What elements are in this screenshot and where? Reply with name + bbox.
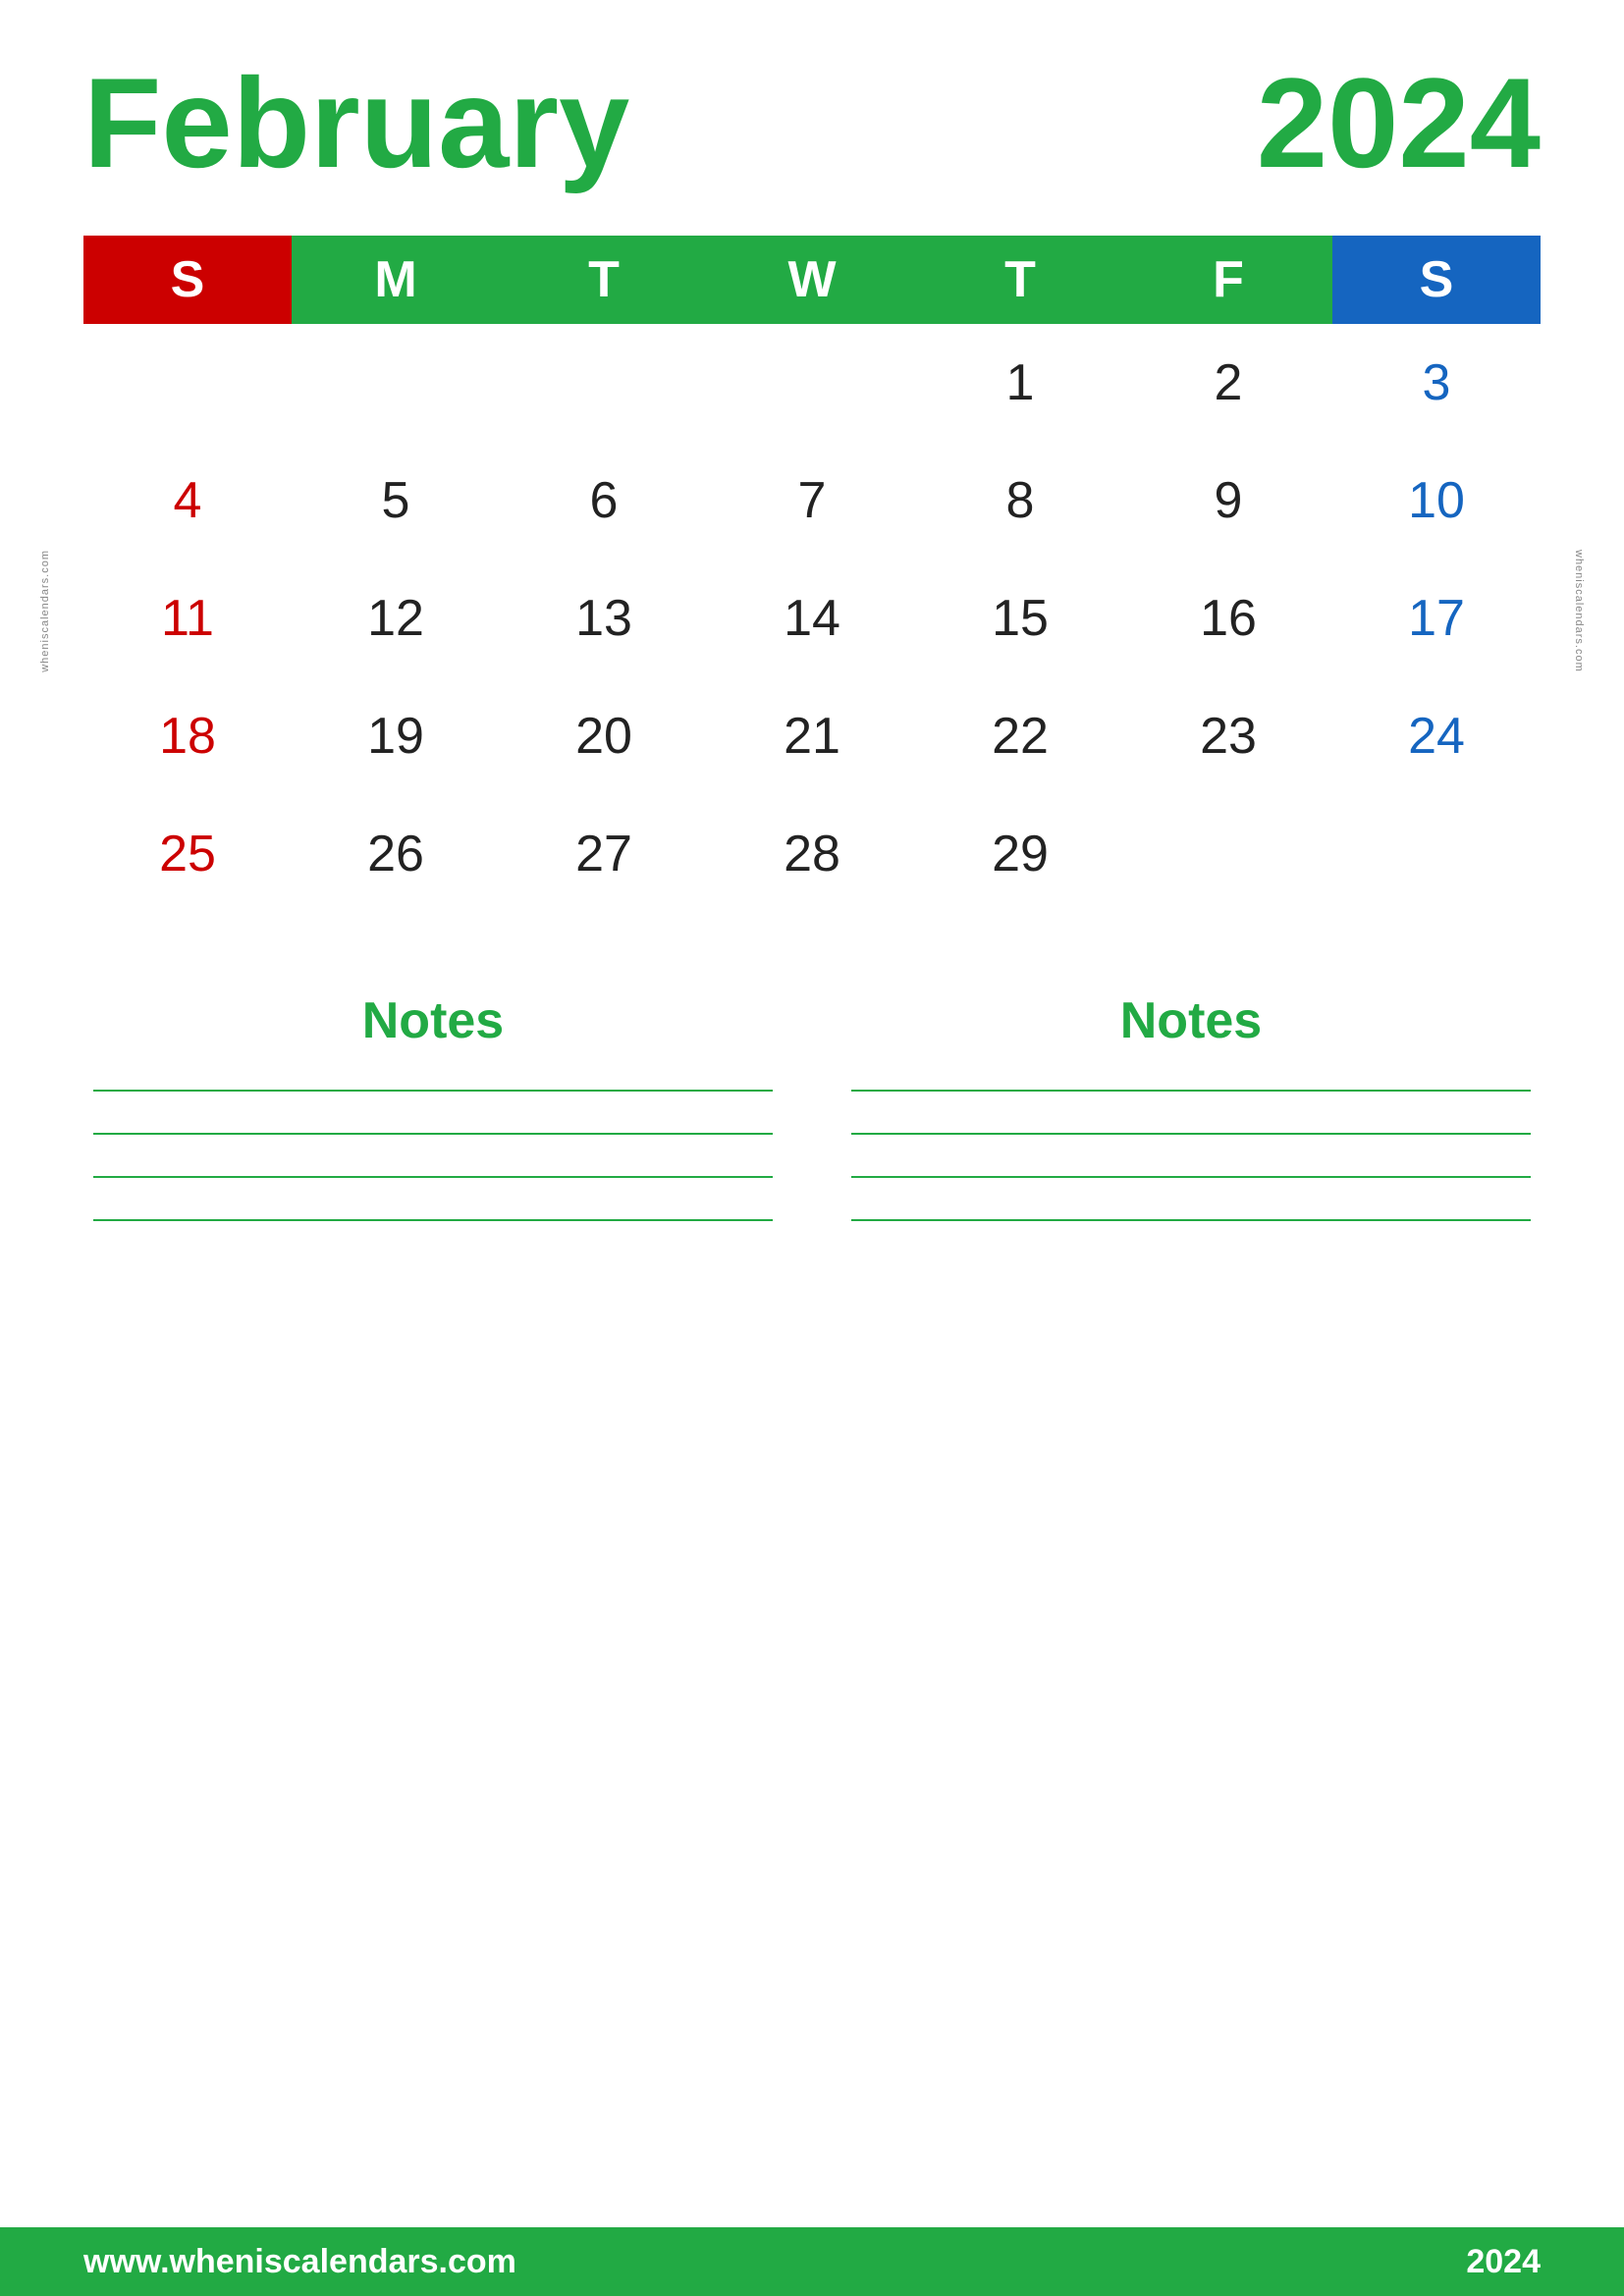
day-cell: 1 bbox=[916, 324, 1124, 442]
day-cell: 25 bbox=[83, 795, 292, 913]
day-cell: 20 bbox=[500, 677, 708, 795]
day-cell: 12 bbox=[292, 560, 500, 677]
day-cell: 23 bbox=[1124, 677, 1332, 795]
year-title: 2024 bbox=[1257, 59, 1541, 187]
calendar-wrapper: wheniscalendars.com wheniscalendars.com … bbox=[83, 236, 1541, 913]
notes-right-title: Notes bbox=[851, 991, 1531, 1050]
header-monday: M bbox=[292, 236, 500, 324]
footer-url: www.wheniscalendars.com bbox=[83, 2243, 516, 2281]
header-thursday: T bbox=[916, 236, 1124, 324]
calendar-week-2: 45678910 bbox=[83, 442, 1541, 560]
notes-line-5 bbox=[851, 1090, 1531, 1092]
header-tuesday: T bbox=[500, 236, 708, 324]
day-cell: 19 bbox=[292, 677, 500, 795]
notes-left: Notes bbox=[93, 991, 773, 1262]
notes-right: Notes bbox=[851, 991, 1531, 1262]
header-saturday: S bbox=[1332, 236, 1541, 324]
notes-line-3 bbox=[93, 1176, 773, 1178]
notes-left-title: Notes bbox=[93, 991, 773, 1050]
notes-line-4 bbox=[93, 1219, 773, 1221]
calendar-week-4: 18192021222324 bbox=[83, 677, 1541, 795]
day-cell: 13 bbox=[500, 560, 708, 677]
day-cell: 24 bbox=[1332, 677, 1541, 795]
day-cell: 9 bbox=[1124, 442, 1332, 560]
day-cell: 10 bbox=[1332, 442, 1541, 560]
notes-line-2 bbox=[93, 1133, 773, 1135]
day-cell bbox=[1332, 795, 1541, 913]
calendar-week-3: 11121314151617 bbox=[83, 560, 1541, 677]
day-cell: 18 bbox=[83, 677, 292, 795]
notes-line-6 bbox=[851, 1133, 1531, 1135]
day-cell: 16 bbox=[1124, 560, 1332, 677]
watermark-left: wheniscalendars.com bbox=[39, 550, 51, 672]
day-cell: 5 bbox=[292, 442, 500, 560]
calendar-table: S M T W T F S 12345678910111213141516171… bbox=[83, 236, 1541, 913]
header: February 2024 bbox=[83, 59, 1541, 187]
day-cell: 27 bbox=[500, 795, 708, 913]
day-cell: 22 bbox=[916, 677, 1124, 795]
day-cell: 21 bbox=[708, 677, 916, 795]
day-cell: 6 bbox=[500, 442, 708, 560]
day-cell: 8 bbox=[916, 442, 1124, 560]
day-cell: 14 bbox=[708, 560, 916, 677]
day-cell: 7 bbox=[708, 442, 916, 560]
day-cell bbox=[1124, 795, 1332, 913]
day-cell: 2 bbox=[1124, 324, 1332, 442]
day-cell: 28 bbox=[708, 795, 916, 913]
calendar-page: February 2024 wheniscalendars.com whenis… bbox=[0, 0, 1624, 2296]
day-cell bbox=[708, 324, 916, 442]
days-header-row: S M T W T F S bbox=[83, 236, 1541, 324]
notes-section: Notes Notes bbox=[83, 991, 1541, 1262]
day-cell: 3 bbox=[1332, 324, 1541, 442]
day-cell: 29 bbox=[916, 795, 1124, 913]
header-friday: F bbox=[1124, 236, 1332, 324]
day-cell bbox=[500, 324, 708, 442]
watermark-right: wheniscalendars.com bbox=[1573, 550, 1585, 672]
day-cell: 17 bbox=[1332, 560, 1541, 677]
day-cell: 4 bbox=[83, 442, 292, 560]
notes-line-7 bbox=[851, 1176, 1531, 1178]
header-sunday: S bbox=[83, 236, 292, 324]
calendar-week-1: 123 bbox=[83, 324, 1541, 442]
calendar-week-5: 2526272829 bbox=[83, 795, 1541, 913]
notes-line-8 bbox=[851, 1219, 1531, 1221]
month-title: February bbox=[83, 59, 629, 187]
day-cell: 26 bbox=[292, 795, 500, 913]
notes-line-1 bbox=[93, 1090, 773, 1092]
day-cell bbox=[292, 324, 500, 442]
header-wednesday: W bbox=[708, 236, 916, 324]
footer-year: 2024 bbox=[1466, 2243, 1541, 2281]
day-cell bbox=[83, 324, 292, 442]
footer: www.wheniscalendars.com 2024 bbox=[0, 2227, 1624, 2296]
day-cell: 15 bbox=[916, 560, 1124, 677]
day-cell: 11 bbox=[83, 560, 292, 677]
